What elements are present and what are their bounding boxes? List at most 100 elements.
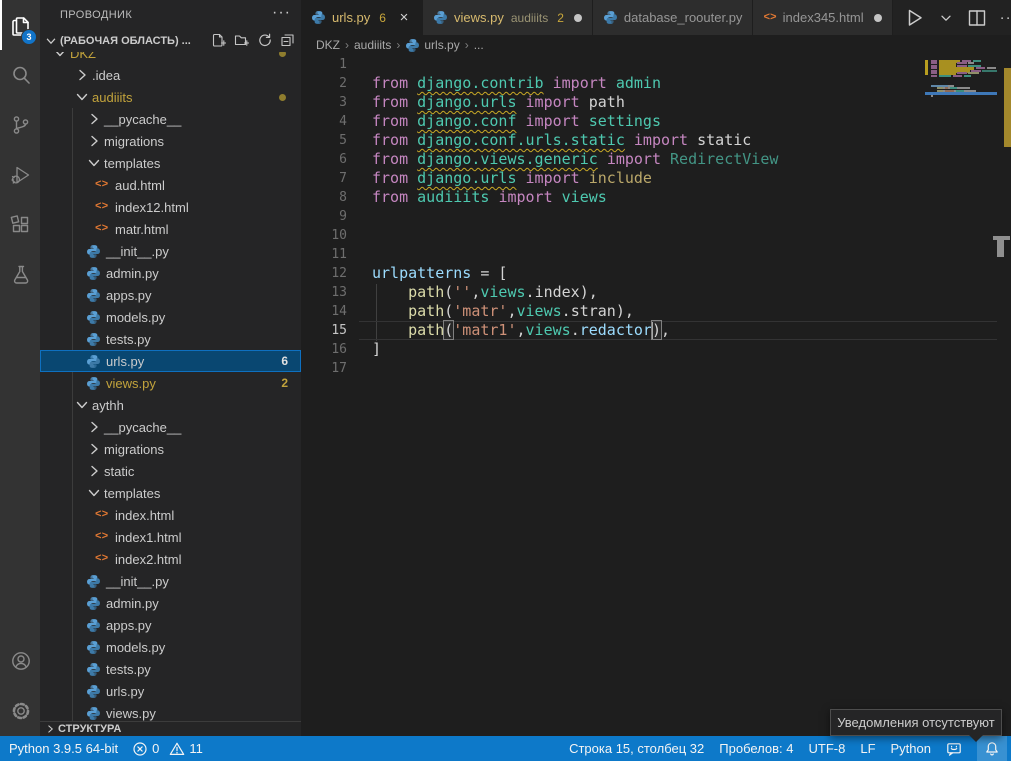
status-language-mode[interactable]: Python	[891, 736, 931, 761]
sidebar-more-actions-button[interactable]: ···	[272, 4, 291, 22]
tree-item--idea[interactable]: .idea	[40, 64, 301, 86]
new-folder-button[interactable]	[233, 32, 249, 48]
tree-item-audiiits[interactable]: audiiits	[40, 86, 301, 108]
tab-label: index345.html	[783, 10, 864, 25]
breadcrumb-item--[interactable]: ...	[474, 38, 484, 52]
tree-item--pycache-[interactable]: __pycache__	[40, 416, 301, 438]
tree-item-views-py[interactable]: views.py2	[40, 372, 301, 394]
tree-item-aythh[interactable]: aythh	[40, 394, 301, 416]
activity-item-settings[interactable]	[0, 686, 40, 736]
line-number: 16	[301, 340, 347, 359]
status-python-interpreter[interactable]: Python 3.9.5 64-bit	[9, 736, 118, 761]
error-count: 0	[152, 741, 159, 756]
tab-problem-badge: 2	[557, 11, 564, 25]
line-number: 5	[301, 131, 347, 150]
tree-item-templates[interactable]: templates	[40, 482, 301, 504]
notification-toast[interactable]: Уведомления отсутствуют	[830, 709, 1002, 736]
minimap[interactable]	[925, 55, 997, 736]
tree-item--init-py[interactable]: __init__.py	[40, 570, 301, 592]
activity-item-source-control[interactable]	[0, 100, 40, 150]
activity-item-run-debug[interactable]	[0, 150, 40, 200]
tree-item-label: audiiits	[92, 90, 132, 105]
tree-item-admin-py[interactable]: admin.py	[40, 592, 301, 614]
status-eol[interactable]: LF	[860, 736, 875, 761]
tree-item-label: models.py	[106, 640, 165, 655]
tree-item-migrations[interactable]: migrations	[40, 130, 301, 152]
code-line: from django.conf import settings	[372, 112, 661, 131]
chevron-right-icon	[86, 441, 102, 457]
status-cursor-position[interactable]: Строка 15, столбец 32	[569, 736, 704, 761]
tree-item-index-html[interactable]: <>index.html	[40, 504, 301, 526]
tree-item-label: urls.py	[106, 684, 144, 699]
line-number: 14	[301, 302, 347, 321]
tree-item-label: __pycache__	[104, 420, 181, 435]
overview-ruler-scrollbar[interactable]	[997, 55, 1011, 736]
tree-item-label: __pycache__	[104, 112, 181, 127]
tab-urls.py[interactable]: urls.py6×	[301, 0, 423, 35]
breadcrumb-item-DKZ[interactable]: DKZ	[316, 38, 340, 52]
tree-item-label: admin.py	[106, 266, 159, 281]
code-line: urlpatterns = [	[372, 264, 507, 283]
tree-item-apps-py[interactable]: apps.py	[40, 614, 301, 636]
toast-arrow	[969, 735, 983, 742]
status-feedback[interactable]	[946, 736, 962, 761]
status-problems[interactable]: 011	[132, 736, 209, 761]
activity-bar-top: 3	[0, 0, 40, 300]
breadcrumb: DKZ›audiiits›urls.py›...	[301, 35, 1011, 55]
close-icon[interactable]: ×	[396, 9, 412, 26]
activity-item-extensions[interactable]	[0, 200, 40, 250]
tree-item--init-py[interactable]: __init__.py	[40, 240, 301, 262]
tree-item-templates[interactable]: templates	[40, 152, 301, 174]
tree-item--pycache-[interactable]: __pycache__	[40, 108, 301, 130]
tree-item-index2-html[interactable]: <>index2.html	[40, 548, 301, 570]
activity-item-testing[interactable]	[0, 250, 40, 300]
breadcrumb-item-audiiits[interactable]: audiiits	[354, 38, 391, 52]
python-file-icon	[86, 287, 104, 303]
tree-item-migrations[interactable]: migrations	[40, 438, 301, 460]
activity-item-explorer[interactable]: 3	[0, 0, 40, 50]
gear-icon	[9, 699, 33, 723]
tree-item-urls-py[interactable]: urls.py6	[40, 350, 301, 372]
tab-database_roouter.py[interactable]: database_roouter.py	[593, 0, 754, 35]
python-file-icon	[86, 705, 104, 721]
error-icon	[132, 741, 148, 757]
python-file-icon	[86, 595, 104, 611]
run-dropdown-button[interactable]	[938, 10, 954, 26]
tree-item-matr-html[interactable]: <>matr.html	[40, 218, 301, 240]
code-line: path('',views.index),	[372, 283, 598, 302]
run-button[interactable]	[903, 6, 927, 30]
activity-item-search[interactable]	[0, 50, 40, 100]
refresh-button[interactable]	[256, 32, 272, 48]
tree-item-tests-py[interactable]: tests.py	[40, 328, 301, 350]
python-icon	[405, 38, 420, 53]
activity-item-account[interactable]	[0, 636, 40, 686]
tree-item-urls-py[interactable]: urls.py	[40, 680, 301, 702]
tree-item-label: __init__.py	[106, 574, 169, 589]
new-file-button[interactable]	[210, 32, 226, 48]
editor-group: urls.py6×views.pyaudiiits2database_roout…	[301, 0, 1011, 736]
tree-item-aud-html[interactable]: <>aud.html	[40, 174, 301, 196]
tree-item-index12-html[interactable]: <>index12.html	[40, 196, 301, 218]
status-indentation[interactable]: Пробелов: 4	[719, 736, 793, 761]
split-editor-button[interactable]	[965, 6, 989, 30]
workspace-section-header[interactable]: (РАБОЧАЯ ОБЛАСТЬ) ...	[40, 30, 301, 52]
python-file-icon	[86, 331, 104, 347]
line-number: 1	[301, 55, 347, 74]
tree-item-models-py[interactable]: models.py	[40, 636, 301, 658]
breadcrumb-item-urls-py[interactable]: urls.py	[405, 38, 459, 53]
tree-item-apps-py[interactable]: apps.py	[40, 284, 301, 306]
collapse-all-button[interactable]	[279, 32, 295, 48]
tab-views.py[interactable]: views.pyaudiiits2	[423, 0, 593, 35]
tab-index345.html[interactable]: <>index345.html	[753, 0, 892, 35]
tree-item-static[interactable]: static	[40, 460, 301, 482]
tree-item-tests-py[interactable]: tests.py	[40, 658, 301, 680]
tree-item-models-py[interactable]: models.py	[40, 306, 301, 328]
scrollbar-slider[interactable]	[997, 240, 1004, 257]
editor-content[interactable]: 1234567891011121314151617 from django.co…	[301, 55, 1011, 736]
line-number: 3	[301, 93, 347, 112]
status-encoding[interactable]: UTF-8	[809, 736, 846, 761]
more-actions-button[interactable]: ···	[1000, 9, 1011, 26]
tree-item-admin-py[interactable]: admin.py	[40, 262, 301, 284]
outline-section-header[interactable]: СТРУКТУРА	[40, 721, 301, 736]
tree-item-index1-html[interactable]: <>index1.html	[40, 526, 301, 548]
